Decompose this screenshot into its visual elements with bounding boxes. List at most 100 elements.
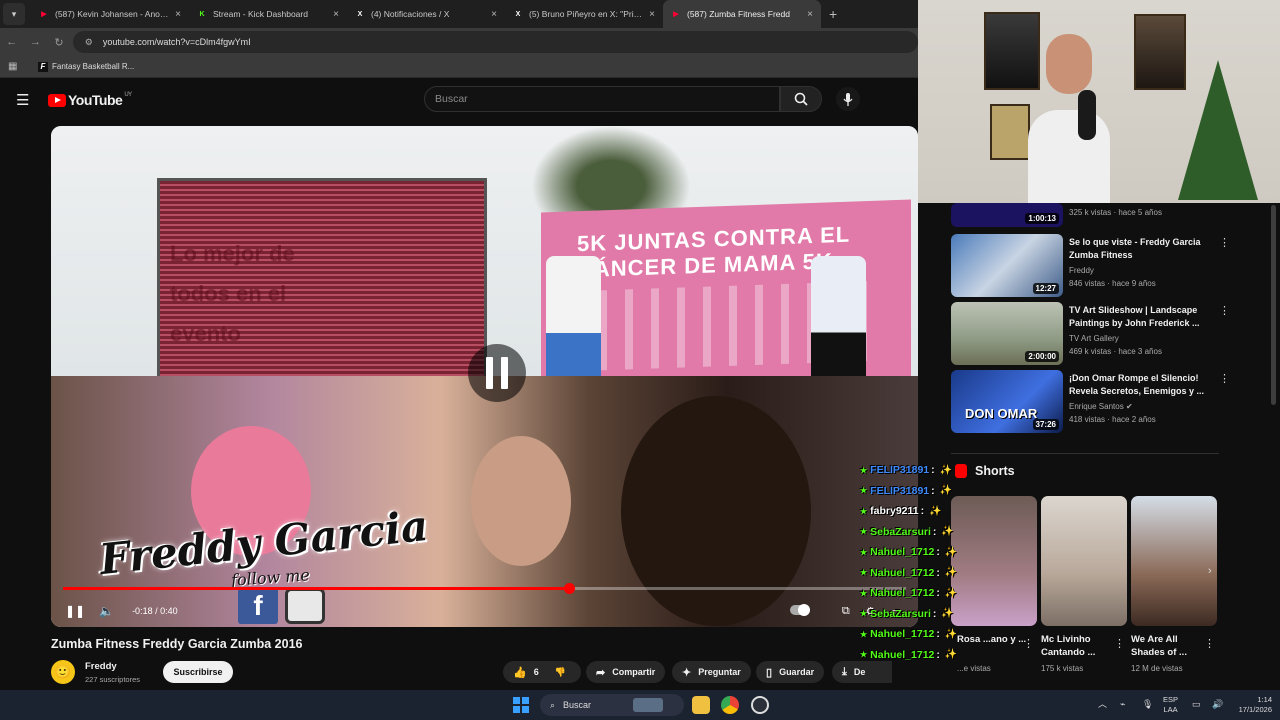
more-options-icon[interactable]: ⋮ <box>1114 637 1125 650</box>
start-menu-icon[interactable] <box>513 697 529 713</box>
subscribe-button[interactable]: Suscribirse <box>163 661 233 683</box>
short-thumbnail[interactable] <box>1041 496 1127 626</box>
chat-badge-icon: ★ <box>860 506 868 516</box>
chat-message: ★ Nahuel_1712: ✨ <box>860 583 980 604</box>
hamburger-menu-icon[interactable]: ☰ <box>16 91 32 109</box>
clock[interactable]: 1:14 17/1/2026 <box>1226 695 1272 715</box>
tab-close-icon[interactable]: × <box>333 9 339 20</box>
chat-username: FELIP31891 <box>870 464 930 477</box>
browser-tab[interactable]: X (4) Notificaciones / X × <box>347 0 505 28</box>
chevron-right-icon[interactable]: › <box>1208 565 1224 583</box>
pause-icon[interactable]: ❚❚ <box>65 604 85 618</box>
tab-search-button[interactable]: ▾ <box>3 3 25 25</box>
chat-emote-icon: ✨ <box>939 485 953 497</box>
address-bar-row: ← → ↻ ⚙ youtube.com/watch?v=cDlm4fgwYmI <box>0 28 918 56</box>
taskbar-search[interactable]: ⌕ Buscar <box>540 694 684 716</box>
scrubber-handle[interactable] <box>563 583 575 594</box>
short-thumbnail[interactable] <box>1131 496 1217 626</box>
chat-separator: : <box>932 607 937 620</box>
chat-username: FELIP31891 <box>870 484 930 497</box>
browser-tab[interactable]: ▶ (587) Zumba Fitness Fredd × <box>663 0 821 28</box>
more-options-icon[interactable]: ⋮ <box>1219 304 1230 317</box>
chat-username: fabry9211 <box>870 505 919 518</box>
progress-bar[interactable] <box>63 583 906 594</box>
dancer-left <box>546 256 601 396</box>
apps-grid-icon[interactable]: ▦ <box>8 61 20 72</box>
back-icon[interactable]: ← <box>0 36 24 48</box>
volume-tray-icon[interactable]: 🔊 <box>1212 699 1223 709</box>
search-icon: ⌕ <box>550 699 556 710</box>
browser-tab[interactable]: X (5) Bruno Piñeyro en X: "Primer × <box>505 0 663 28</box>
more-options-icon[interactable]: ⋮ <box>1023 637 1034 650</box>
related-video[interactable]: 2:00:00 TV Art Slideshow | Landscape Pai… <box>951 302 1280 366</box>
search-button[interactable] <box>780 86 822 112</box>
tab-title: (4) Notificaciones / X <box>371 9 450 19</box>
volume-icon[interactable]: 🔈 <box>99 604 114 618</box>
short-title: Mc Livinho Cantando ... <box>1041 634 1096 658</box>
save-button[interactable]: ▯ Guardar <box>756 661 825 683</box>
chat-message: ★ Nahuel_1712: ✨ <box>860 624 980 645</box>
chat-badge-icon: ★ <box>860 486 868 496</box>
app-icon[interactable] <box>751 696 769 714</box>
chat-badge-icon: ★ <box>860 465 868 475</box>
language-indicator[interactable]: ESP LAA <box>1163 695 1178 715</box>
channel-avatar[interactable]: 🙂 <box>51 660 75 684</box>
chat-message: ★ SebaZarsuri: ✨ <box>860 604 980 625</box>
browser-tab[interactable]: K Stream - Kick Dashboard × <box>189 0 347 28</box>
youtube-logo[interactable]: YouTube UY <box>48 92 132 108</box>
crowd-head <box>621 396 811 626</box>
more-options-icon[interactable]: ⋮ <box>1219 236 1230 249</box>
divider <box>951 453 1219 454</box>
new-tab-button[interactable]: + <box>829 6 837 22</box>
windows-taskbar: ⌕ Buscar ︿ ⌁ 🎙 ESP LAA ▭ 🔊 1:14 17/1/202… <box>0 690 1280 720</box>
captions-icon[interactable]: ⧉ <box>842 605 850 618</box>
tab-close-icon[interactable]: × <box>175 9 181 20</box>
autoplay-toggle[interactable] <box>789 603 826 618</box>
site-info-icon[interactable]: ⚙ <box>85 37 93 48</box>
search-input[interactable]: Buscar <box>424 86 780 112</box>
chat-emote-icon: ✨ <box>944 649 958 661</box>
duration-badge: 2:00:00 <box>1025 351 1059 362</box>
video-player[interactable]: Lo mejor de todos en el evento 5K JUNTAS… <box>51 126 918 627</box>
crowd-head <box>471 436 571 566</box>
share-button[interactable]: ➦ Compartir <box>586 661 666 683</box>
video-meta: 325 k vistas · hace 5 años <box>1069 208 1162 217</box>
dislike-icon[interactable]: 👎 <box>555 667 566 678</box>
tray-overflow-icon[interactable]: ︿ <box>1098 699 1107 709</box>
forward-icon[interactable]: → <box>24 36 48 48</box>
more-options-icon[interactable]: ⋮ <box>1219 372 1230 385</box>
related-video[interactable]: DON OMAR 37:26 ¡Don Omar Rompe el Silenc… <box>951 370 1280 434</box>
chat-emote-icon: ✨ <box>939 464 953 476</box>
network-icon[interactable]: ⌁ <box>1120 699 1125 709</box>
like-icon[interactable]: 👍 <box>513 666 527 679</box>
file-explorer-icon[interactable] <box>692 696 710 714</box>
center-pause-indicator[interactable] <box>468 344 526 402</box>
display-icon[interactable]: ▭ <box>1192 699 1201 709</box>
bookmark-fantasy-basketball[interactable]: F Fantasy Basketball R... <box>38 61 134 72</box>
like-dislike-group: 👍 6 👎 <box>503 661 581 683</box>
tab-favicon-icon: K <box>199 10 205 18</box>
scrollbar[interactable] <box>1271 205 1276 405</box>
more-options-icon[interactable]: ⋮ <box>1204 637 1215 650</box>
channel-name[interactable]: Freddy <box>85 661 117 672</box>
chat-username: Nahuel_1712 <box>870 566 935 579</box>
related-video[interactable]: 1:00:13 325 k vistas · hace 5 años <box>951 203 1280 227</box>
related-video[interactable]: 12:27 Se lo que viste - Freddy Garcia Zu… <box>951 234 1280 298</box>
chat-emote-icon: ✨ <box>944 587 958 599</box>
url-field[interactable]: ⚙ youtube.com/watch?v=cDlm4fgwYmI <box>72 31 918 53</box>
ask-button[interactable]: ✦ Preguntar <box>672 661 751 683</box>
chat-username: SebaZarsuri <box>870 607 931 620</box>
tab-close-icon[interactable]: × <box>649 9 655 20</box>
short-views: ...e vistas <box>957 664 991 673</box>
reload-icon[interactable]: ↻ <box>47 36 71 49</box>
voice-search-button[interactable] <box>836 87 860 111</box>
tab-close-icon[interactable]: × <box>491 9 497 20</box>
youtube-header: ☰ YouTube UY Buscar <box>0 78 918 122</box>
chrome-icon[interactable] <box>721 696 739 714</box>
mic-tray-icon[interactable]: 🎙 <box>1142 699 1153 709</box>
tab-close-icon[interactable]: × <box>807 9 813 20</box>
tab-favicon-icon: X <box>515 10 521 18</box>
video-title: Se lo que viste - Freddy Garcia Zumba Fi… <box>1069 237 1201 260</box>
tab-title: (5) Bruno Piñeyro en X: "Primer <box>529 9 646 19</box>
browser-tab[interactable]: ▶ (587) Kevin Johansen - Anoche × <box>31 0 189 28</box>
